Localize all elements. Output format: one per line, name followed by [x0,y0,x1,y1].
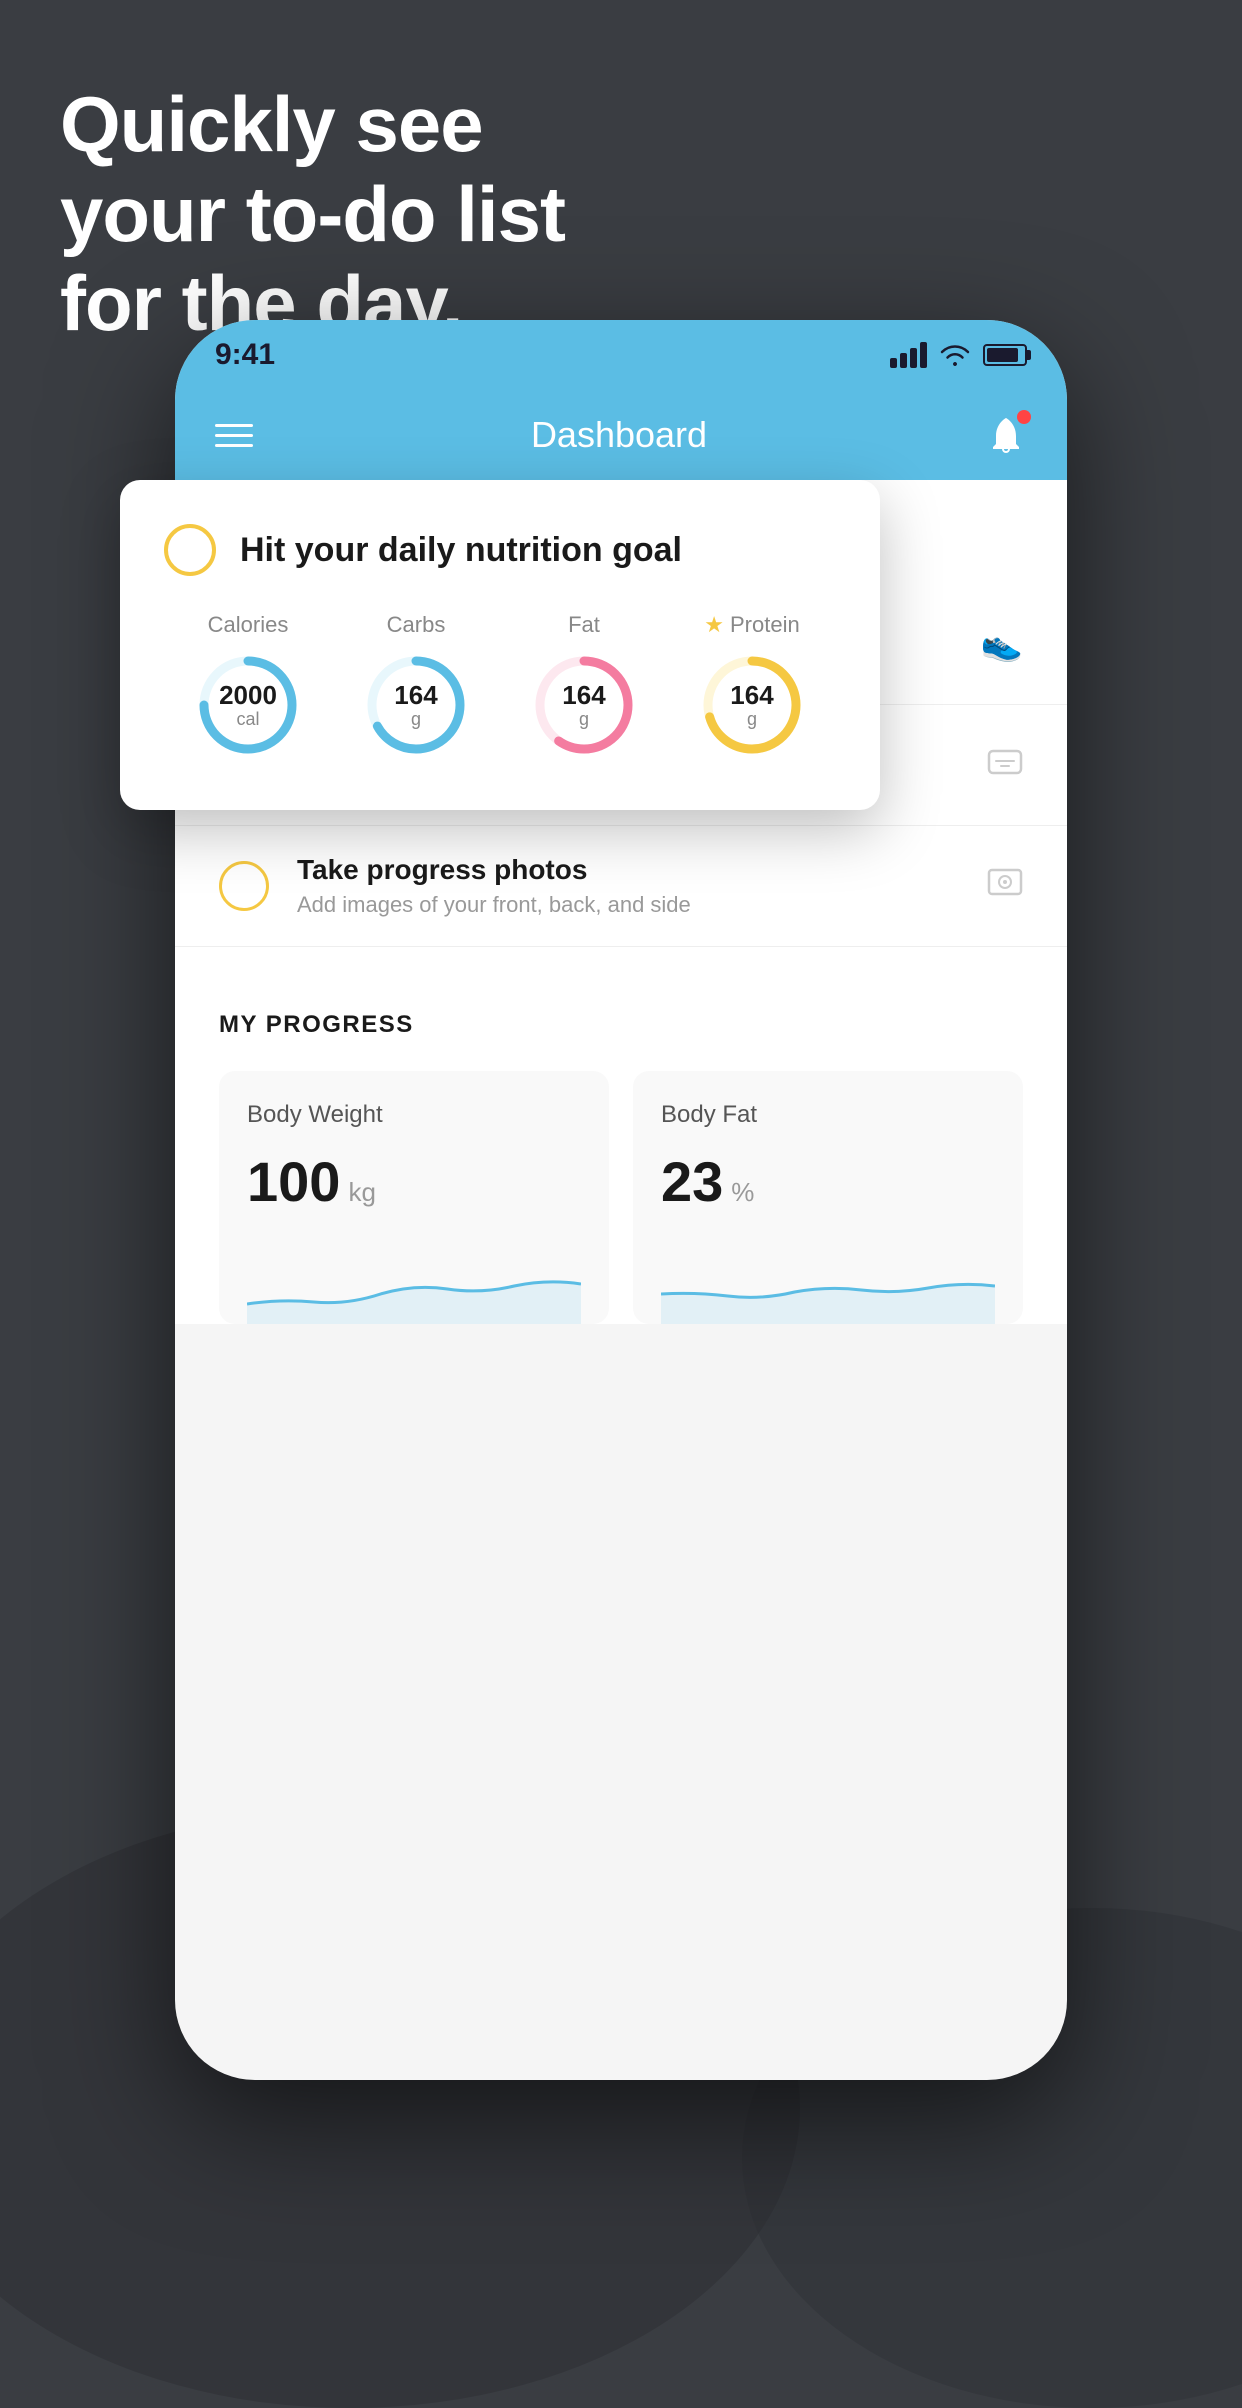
progress-weight-value-row: 100 kg [247,1149,581,1214]
header-title: Dashboard [531,414,707,456]
progress-section-title: MY PROGRESS [219,1011,1023,1039]
headline: Quickly see your to-do list for the day. [60,80,565,349]
running-icon: 👟 [981,624,1023,664]
carbs-label: Carbs [387,612,446,638]
fat-text: 164 g [562,681,605,729]
nutrition-carbs: Carbs 164 g [361,612,471,760]
bodyfat-chart [661,1244,995,1324]
nutrition-circles: Calories 2000 cal Carbs [164,612,836,760]
progress-card-weight: Body Weight 100 kg [219,1071,609,1324]
progress-section: MY PROGRESS Body Weight 100 kg [175,967,1067,1324]
protein-unit: g [730,709,773,729]
progress-weight-value: 100 [247,1149,340,1214]
protein-value: 164 [730,681,773,710]
carbs-ring: 164 g [361,650,471,760]
protein-text: 164 g [730,681,773,729]
signal-icon [890,342,927,368]
todo-content-photos: Take progress photos Add images of your … [297,854,959,918]
protein-label: ★ Protein [704,612,799,638]
status-bar: 9:41 [175,320,1067,390]
todo-title-photos: Take progress photos [297,854,959,886]
progress-bodyfat-value-row: 23 % [661,1149,995,1214]
progress-bodyfat-unit: % [731,1177,754,1208]
scale-icon [987,743,1023,788]
featured-nutrition-card: Hit your daily nutrition goal Calories 2… [120,480,880,810]
fat-label: Fat [568,612,600,638]
calories-unit: cal [219,709,277,729]
nutrition-check-circle[interactable] [164,524,216,576]
photo-icon [987,864,1023,909]
todo-subtitle-photos: Add images of your front, back, and side [297,892,959,918]
calories-value: 2000 [219,681,277,710]
progress-card-weight-title: Body Weight [247,1101,581,1129]
todo-item-photos[interactable]: Take progress photos Add images of your … [175,826,1067,947]
notification-button[interactable] [985,414,1027,456]
nutrition-calories: Calories 2000 cal [193,612,303,760]
nutrition-protein: ★ Protein 164 g [697,612,807,760]
battery-icon [983,344,1027,366]
nutrition-fat: Fat 164 g [529,612,639,760]
progress-cards: Body Weight 100 kg Body Fat [219,1071,1023,1324]
calories-label: Calories [208,612,289,638]
protein-star-icon: ★ [704,612,724,638]
status-time: 9:41 [215,338,275,372]
todo-check-photos[interactable] [219,861,269,911]
progress-card-bodyfat: Body Fat 23 % [633,1071,1023,1324]
app-header: Dashboard [175,390,1067,480]
status-icons [890,342,1027,368]
progress-weight-unit: kg [348,1177,375,1208]
fat-value: 164 [562,681,605,710]
wifi-icon [939,344,971,366]
protein-ring: 164 g [697,650,807,760]
fat-unit: g [562,709,605,729]
carbs-text: 164 g [394,681,437,729]
calories-ring: 2000 cal [193,650,303,760]
fat-ring: 164 g [529,650,639,760]
calories-text: 2000 cal [219,681,277,729]
carbs-unit: g [394,709,437,729]
nutrition-card-title: Hit your daily nutrition goal [240,531,682,570]
progress-card-bodyfat-title: Body Fat [661,1101,995,1129]
menu-button[interactable] [215,424,253,447]
progress-bodyfat-value: 23 [661,1149,723,1214]
card-title-row: Hit your daily nutrition goal [164,524,836,576]
carbs-value: 164 [394,681,437,710]
weight-chart [247,1244,581,1324]
